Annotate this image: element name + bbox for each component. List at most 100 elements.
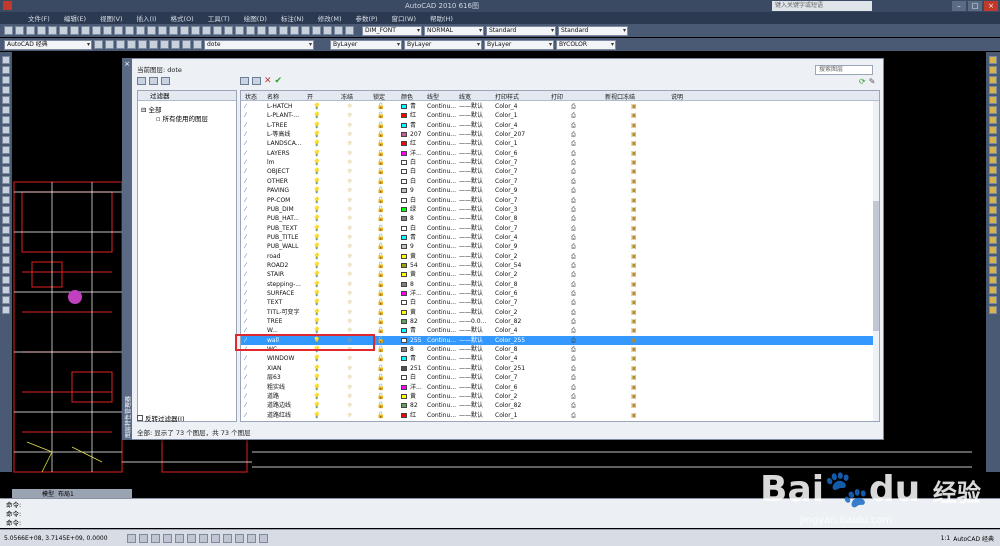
modify-tool-13-icon[interactable] (989, 186, 997, 194)
color-name[interactable]: 黄 (410, 252, 416, 261)
column-header-11[interactable]: 说明 (671, 92, 683, 101)
layer-row[interactable]: ⁄ PUB_TEXT 💡 ☼ 🔓 白 Continu... 默认 Color_7 —— ⎙ ▣ (241, 224, 873, 233)
printer-icon[interactable]: ⎙ (571, 139, 576, 148)
filter-node-used[interactable]: ▫ 所有使用的图层 (156, 113, 208, 123)
printer-icon[interactable]: ⎙ (571, 373, 576, 382)
app-logo-icon[interactable] (3, 1, 12, 10)
color-name[interactable]: 白 (410, 196, 416, 205)
color-swatch[interactable] (401, 309, 407, 315)
status-toggle-1-icon[interactable] (139, 533, 148, 543)
lineweight-cell[interactable]: 默认 (471, 354, 483, 363)
layer-row[interactable]: ⁄ PUB_WALL 💡 ☼ 🔓 9 Continu... 默认 Color_9 —— ⎙ ▣ (241, 242, 873, 251)
lock-icon[interactable]: 🔓 (377, 149, 384, 158)
tab-model[interactable]: 模型 (42, 489, 54, 498)
lock-icon[interactable]: 🔓 (377, 121, 384, 130)
new-group-filter-icon[interactable] (149, 77, 158, 85)
on-bulb-icon[interactable]: 💡 (313, 308, 320, 317)
freeze-sun-icon[interactable]: ☼ (347, 242, 352, 251)
tool-25-icon[interactable] (279, 26, 288, 35)
color-name[interactable]: 54 (410, 261, 418, 270)
on-bulb-icon[interactable]: 💡 (313, 167, 320, 176)
modify-tool-17-icon[interactable] (989, 226, 997, 234)
modify-tool-3-icon[interactable] (989, 86, 997, 94)
menu-item-1[interactable]: 编辑(E) (64, 13, 86, 23)
on-bulb-icon[interactable]: 💡 (313, 121, 320, 130)
layer-row[interactable]: ⁄ PUB_HAT... 💡 ☼ 🔓 8 Continu... 默认 Color_8 —— ⎙ ▣ (241, 214, 873, 223)
layer-name[interactable]: road (267, 252, 281, 261)
new-property-filter-icon[interactable] (137, 77, 146, 85)
viewport-freeze-icon[interactable]: ▣ (631, 289, 637, 298)
color-swatch[interactable] (401, 356, 407, 362)
tool-4-icon[interactable] (48, 26, 57, 35)
linetype-cell[interactable]: Continu... (427, 401, 456, 410)
color-swatch[interactable] (401, 225, 407, 231)
lineweight-cell[interactable]: 默认 (471, 121, 483, 130)
printer-icon[interactable]: ⎙ (571, 130, 576, 139)
color-name[interactable]: 红 (410, 411, 416, 420)
linetype-cell[interactable]: Continu... (427, 317, 456, 326)
lock-icon[interactable]: 🔓 (377, 326, 384, 335)
on-bulb-icon[interactable]: 💡 (313, 149, 320, 158)
column-header-7[interactable]: 线宽 (459, 92, 471, 101)
tool-20-icon[interactable] (224, 26, 233, 35)
status-toggle-8-icon[interactable] (223, 533, 232, 543)
layer-tool-2-icon[interactable] (116, 40, 125, 49)
workspace-combo[interactable]: AutoCAD 经典 (4, 39, 92, 50)
layer-name[interactable]: XIAN (267, 364, 281, 373)
lock-icon[interactable]: 🔓 (377, 130, 384, 139)
color-swatch[interactable] (401, 132, 407, 138)
layer-name[interactable]: TEXT (267, 298, 282, 307)
layer-row[interactable]: ⁄ PAVING 💡 ☼ 🔓 9 Continu... 默认 Color_9 —— ⎙ ▣ (241, 186, 873, 195)
layer-row[interactable]: ⁄ OBJECT 💡 ☼ 🔓 白 Continu... 默认 Color_7 —— ⎙ ▣ (241, 167, 873, 176)
plotstyle-cell[interactable]: Color_4 (495, 354, 517, 363)
plotstyle-cell[interactable]: Color_9 (495, 242, 517, 251)
color-name[interactable]: 青 (410, 102, 416, 111)
freeze-sun-icon[interactable]: ☼ (347, 196, 352, 205)
minimize-icon[interactable]: – (952, 1, 966, 11)
viewport-freeze-icon[interactable]: ▣ (631, 139, 637, 148)
draw-tool-7-icon[interactable] (2, 126, 10, 134)
layer-row[interactable]: ⁄ 层63 💡 ☼ 🔓 白 Continu... 默认 Color_7 —— ⎙ ▣ (241, 373, 873, 382)
column-header-9[interactable]: 打印 (551, 92, 563, 101)
viewport-freeze-icon[interactable]: ▣ (631, 214, 637, 223)
lineweight-cell[interactable]: 默认 (471, 280, 483, 289)
viewport-freeze-icon[interactable]: ▣ (631, 196, 637, 205)
color-swatch[interactable] (401, 300, 407, 306)
color-name[interactable]: 白 (410, 224, 416, 233)
color-swatch[interactable] (401, 291, 407, 296)
printer-icon[interactable]: ⎙ (571, 364, 576, 373)
lineweight-cell[interactable]: 默认 (471, 383, 483, 392)
freeze-sun-icon[interactable]: ☼ (347, 214, 352, 223)
lineweight-cell[interactable]: 默认 (471, 261, 483, 270)
on-bulb-icon[interactable]: 💡 (313, 401, 320, 410)
lock-icon[interactable]: 🔓 (377, 317, 384, 326)
color-swatch[interactable] (401, 169, 407, 175)
plotstyle-cell[interactable]: Color_2 (495, 270, 517, 279)
freeze-sun-icon[interactable]: ☼ (347, 186, 352, 195)
text-style-combo[interactable]: DIM_FONT (362, 25, 422, 36)
lineweight-cell[interactable]: 默认 (471, 242, 483, 251)
column-header-10[interactable]: 新视口冻结 (605, 92, 635, 101)
printer-icon[interactable]: ⎙ (571, 242, 576, 251)
lineweight-cell[interactable]: 默认 (471, 392, 483, 401)
plotstyle-cell[interactable]: Color_2 (495, 252, 517, 261)
layer-row[interactable]: ⁄ TEXT 💡 ☼ 🔓 白 Continu... 默认 Color_7 —— ⎙ ▣ (241, 298, 873, 307)
printer-icon[interactable]: ⎙ (571, 111, 576, 120)
linetype-cell[interactable]: Continu... (427, 196, 456, 205)
layer-name[interactable]: L-TREE (267, 121, 287, 130)
tool-10-icon[interactable] (114, 26, 123, 35)
freeze-sun-icon[interactable]: ☼ (347, 139, 352, 148)
viewport-freeze-icon[interactable]: ▣ (631, 345, 637, 354)
linetype-cell[interactable]: Continu... (427, 411, 456, 420)
color-name[interactable]: 洋... (410, 149, 422, 158)
modify-tool-16-icon[interactable] (989, 216, 997, 224)
modify-tool-11-icon[interactable] (989, 166, 997, 174)
color-swatch[interactable] (401, 253, 407, 259)
modify-tool-10-icon[interactable] (989, 156, 997, 164)
lineweight-cell[interactable]: 默认 (471, 149, 483, 158)
on-bulb-icon[interactable]: 💡 (313, 158, 320, 167)
lineweight-cell[interactable]: 默认 (471, 224, 483, 233)
color-name[interactable]: 251 (410, 364, 421, 373)
freeze-sun-icon[interactable]: ☼ (347, 280, 352, 289)
printer-icon[interactable]: ⎙ (571, 252, 576, 261)
